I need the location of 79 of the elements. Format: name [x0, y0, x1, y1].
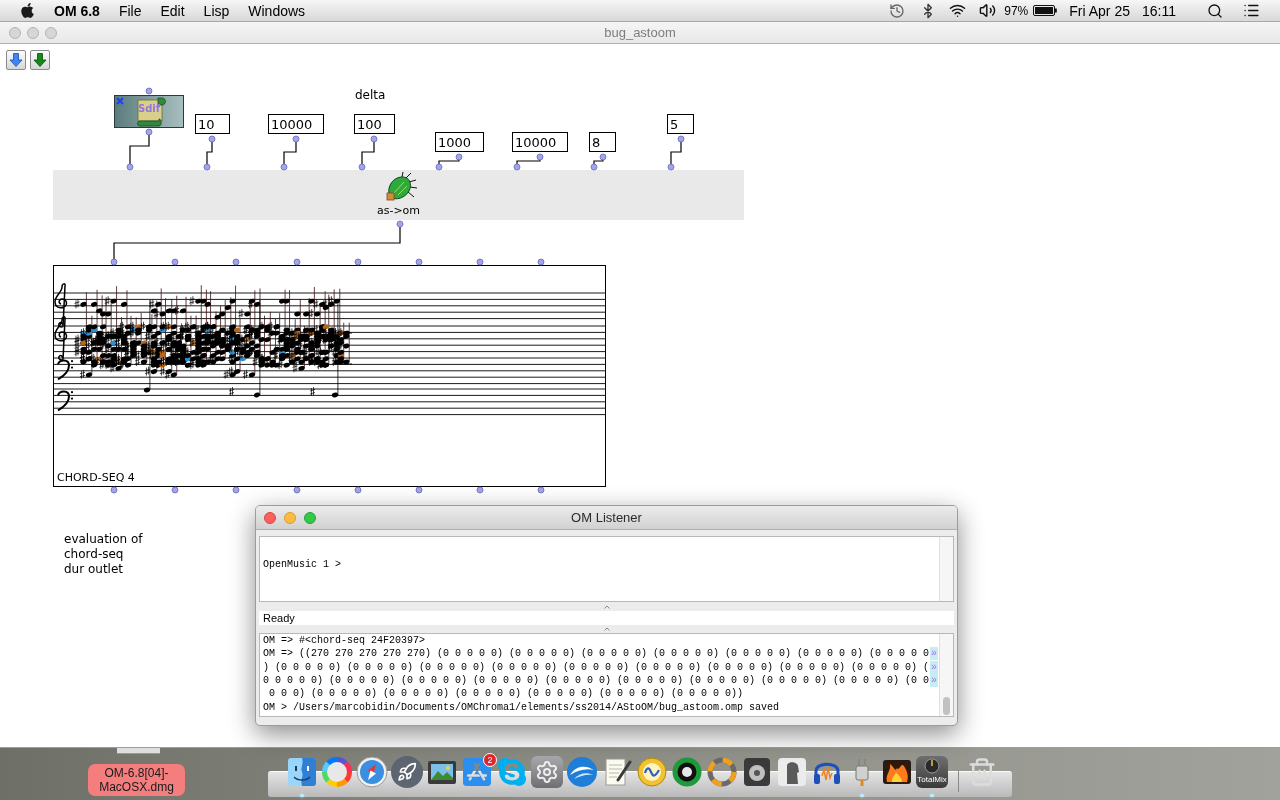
number-box[interactable]: 1000 [435, 132, 484, 152]
app-menu[interactable]: OM 6.8 [54, 1, 100, 20]
output-text: 0 0 0 0 0) (0 0 0 0 0) (0 0 0 0 0) (0 0 0 0 0) (0 0 0 0 0) (0 0 0 0 0) (0 0 0 0 0) (0 0 0 0 0) (0 0 0 0 0) (0 0 [263, 674, 930, 688]
connection-line [361, 141, 375, 165]
battery-icon[interactable] [1033, 5, 1058, 16]
connection-line [516, 159, 541, 165]
color-wheel-icon[interactable] [321, 756, 353, 788]
pencil-emblem-icon[interactable] [461, 756, 493, 788]
number-box[interactable]: 5 [667, 114, 694, 134]
score-label: CHORD-SEQ 4 [57, 471, 135, 484]
ring-icon[interactable] [671, 756, 703, 788]
number-box[interactable]: 10 [195, 114, 230, 134]
window-title: OM Listener [571, 509, 642, 526]
rocket-icon[interactable] [391, 756, 423, 788]
splitter-handle-icon[interactable] [603, 604, 610, 609]
volume-icon[interactable] [979, 2, 997, 19]
input-pane[interactable]: OpenMusic 1 > [259, 536, 954, 602]
number-box[interactable]: 10000 [268, 114, 324, 134]
arrow-down-icon [9, 53, 23, 67]
window-title: bug_astoom [604, 24, 676, 41]
connection-line [593, 159, 604, 165]
output-text: OM > /Users/marcobidin/Documents/OMChroma1/elements/ss2014/AStoOM/bug_astoom.omp saved [263, 700, 780, 714]
icon-caption: TotalMix [917, 775, 947, 784]
menu-item[interactable]: Lisp [203, 1, 230, 20]
clock-date: Fri Apr 25 [1069, 1, 1130, 20]
score-box[interactable]: CHORD-SEQ 4 [53, 265, 606, 487]
notification-badge: 2 [483, 753, 497, 767]
continuation-mark: » [930, 674, 939, 688]
output-text: ) (0 0 0 0 0) (0 0 0 0 0) (0 0 0 0 0) (0 0 0 0 0) (0 0 0 0 0) (0 0 0 0 0) (0 0 0 0 0) (0 0 0 0 0) (0 0 0 0 0) ( [263, 660, 930, 674]
connection-line [438, 159, 460, 165]
number-box[interactable]: 10000 [512, 132, 568, 152]
prompt-text: OpenMusic 1 > [263, 559, 341, 570]
knob-icon [924, 758, 940, 774]
connection-line [670, 141, 682, 165]
number-box[interactable]: 8 [589, 132, 616, 152]
battery-percent: 97% [1004, 2, 1029, 19]
function-box[interactable]: as->om [53, 170, 744, 220]
down-arrow-button[interactable] [6, 50, 26, 70]
segmented-ring-icon[interactable] [706, 756, 738, 788]
connection-line [283, 141, 297, 165]
search-icon[interactable] [1207, 2, 1223, 19]
menu-item[interactable]: Edit [160, 1, 185, 20]
beetle-icon [384, 172, 418, 204]
wifi-icon[interactable] [949, 2, 967, 19]
clock-time: 16:11 [1142, 1, 1176, 20]
stone-head-icon[interactable] [776, 756, 808, 788]
comment-text: delta [355, 88, 386, 103]
connection-line [129, 134, 150, 165]
continuation-mark: » [930, 660, 939, 674]
cartoon-face-icon[interactable] [286, 756, 318, 788]
comment-text: evaluation of chord-seq dur outlet [64, 532, 143, 577]
scrollbar-track [939, 537, 953, 601]
connection-line [206, 141, 213, 165]
down-arrow-button[interactable] [30, 50, 50, 70]
output-text: OM => ((270 270 270 270 270) (0 0 0 0 0) (0 0 0 0 0) (0 0 0 0 0) (0 0 0 0 0) (0 0 0 0 0) (0 0 0 0 0) (0 0 0 0 0 [263, 647, 930, 661]
settings-icon[interactable] [531, 756, 563, 788]
function-label: as->om [376, 204, 421, 217]
continuation-mark: » [930, 647, 939, 661]
output-text: 0 0 0) (0 0 0 0 0) (0 0 0 0 0) (0 0 0 0 0) (0 0 0 0 0) (0 0 0 0 0) (0 0 0 0 0)) [268, 687, 744, 701]
close-button[interactable] [264, 511, 276, 524]
scrollbar-thumb[interactable] [943, 697, 950, 715]
output-text: OM => #<chord-seq 24F20397> [263, 634, 426, 648]
round-emblem-icon[interactable] [636, 756, 668, 788]
number-box[interactable]: 100 [354, 114, 395, 134]
file-name-label[interactable]: OM-6.8[04]-MacOSX.dmg [88, 764, 185, 796]
status-text: Ready [263, 611, 295, 625]
menu-item[interactable]: File [118, 1, 142, 20]
splitter-handle-icon[interactable] [603, 627, 610, 631]
apple-menu-icon[interactable] [20, 2, 35, 19]
compass-icon[interactable] [356, 756, 388, 788]
speaker-icon[interactable] [741, 756, 773, 788]
menu-item[interactable]: Windows [248, 1, 306, 20]
s-logo-icon[interactable] [496, 756, 528, 788]
scroll-label: Sdif [138, 104, 161, 114]
list-icon[interactable] [1243, 2, 1260, 19]
clock-arrow-icon[interactable] [889, 2, 906, 19]
mixer-icon[interactable]: TotalMix [916, 756, 948, 788]
seagull-icon[interactable] [566, 756, 598, 788]
arrow-down-icon [33, 53, 47, 67]
